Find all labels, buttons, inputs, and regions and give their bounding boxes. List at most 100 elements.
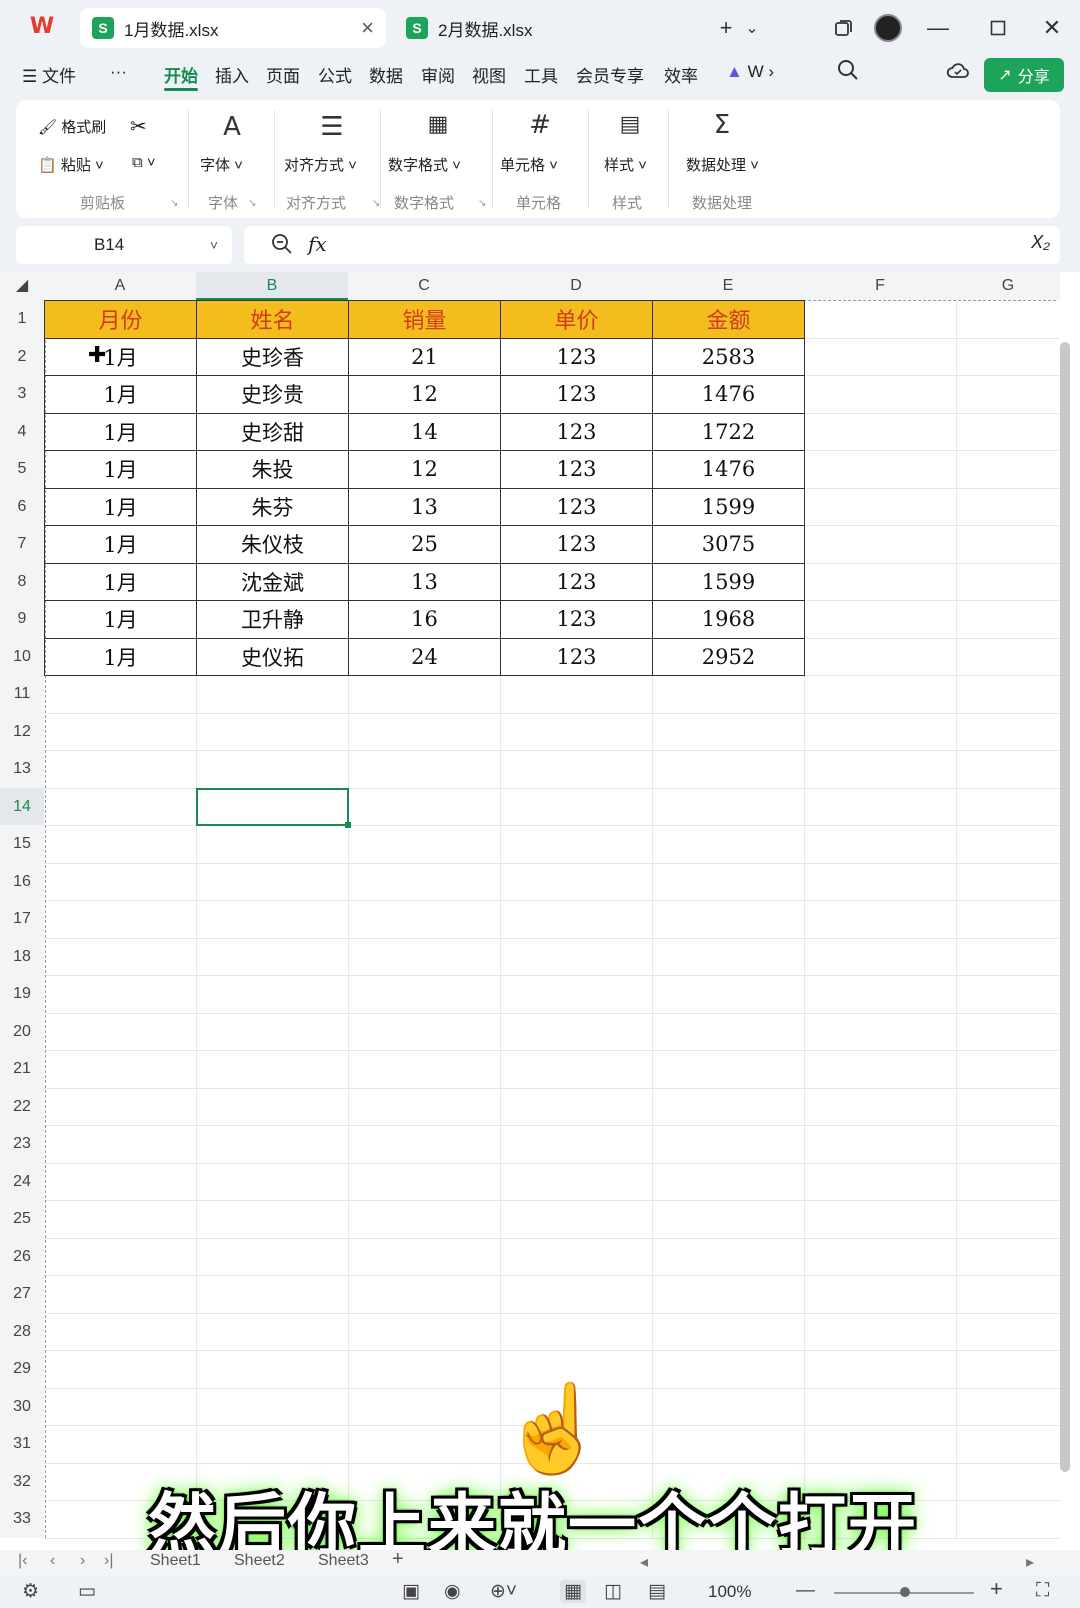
cell-grid-icon[interactable]: # [510, 110, 570, 140]
row-header-28[interactable]: 28 [0, 1312, 44, 1350]
normal-view-icon[interactable]: ▦ [560, 1580, 586, 1603]
table-cell[interactable]: 1月 [44, 412, 197, 451]
font-icon[interactable]: A [202, 112, 262, 142]
zoom-level[interactable]: 100% [708, 1582, 751, 1602]
last-sheet-icon[interactable]: ›| [104, 1552, 113, 1570]
table-cell[interactable]: 朱投 [196, 450, 349, 489]
row-header-31[interactable]: 31 [0, 1425, 44, 1463]
prev-sheet-icon[interactable]: ‹ [50, 1552, 55, 1570]
user-avatar[interactable] [874, 14, 902, 42]
table-cell[interactable]: 1月 [44, 450, 197, 489]
table-cell[interactable]: 123 [500, 637, 653, 676]
close-window-icon[interactable]: ✕ [1038, 12, 1066, 44]
table-cell[interactable]: 史珍贵 [196, 375, 349, 414]
row-header-3[interactable]: 3 [0, 375, 44, 413]
formula-input[interactable]: fx X₂ [244, 226, 1060, 264]
scroll-right-icon[interactable]: ▸ [1026, 1552, 1034, 1572]
table-cell[interactable]: 12 [348, 375, 501, 414]
zoom-in-button[interactable]: + [990, 1576, 1003, 1602]
row-header-2[interactable]: 2 [0, 337, 44, 375]
menu-home[interactable]: 开始 [164, 62, 198, 87]
row-header-18[interactable]: 18 [0, 937, 44, 975]
cut-icon[interactable]: ✂ [130, 114, 147, 139]
minimize-icon[interactable]: — [924, 12, 952, 44]
table-header-cell[interactable]: 姓名 [196, 300, 349, 339]
file-menu[interactable]: ☰ 文件 [22, 62, 76, 87]
document-info-icon[interactable]: ▭ [78, 1580, 96, 1603]
menu-member[interactable]: 会员专享 [576, 62, 644, 87]
fx-icon[interactable]: fx [308, 232, 327, 256]
align-dropdown[interactable]: 对齐方式 ˅ [284, 154, 357, 175]
row-header-8[interactable]: 8 [0, 562, 44, 600]
row-header-22[interactable]: 22 [0, 1087, 44, 1125]
cloud-sync-icon[interactable] [946, 60, 970, 87]
table-cell[interactable]: 123 [500, 525, 653, 564]
cell-dropdown[interactable]: 单元格 ˅ [500, 154, 558, 175]
first-sheet-icon[interactable]: |‹ [18, 1552, 27, 1570]
sheet-tab-2[interactable]: Sheet2 [234, 1552, 285, 1570]
row-header-9[interactable]: 9 [0, 600, 44, 638]
row-header-33[interactable]: 33 [0, 1500, 44, 1538]
wps-logo-icon[interactable]: W [24, 12, 60, 42]
row-header-12[interactable]: 12 [0, 712, 44, 750]
menu-formula[interactable]: 公式 [318, 62, 352, 87]
tab-2月数据[interactable]: S 2月数据.xlsx [394, 8, 694, 48]
table-cell[interactable]: 123 [500, 562, 653, 601]
style-icon[interactable]: ▤ [600, 112, 660, 137]
search-icon[interactable] [836, 58, 860, 88]
menu-page[interactable]: 页面 [266, 62, 300, 87]
row-header-25[interactable]: 25 [0, 1200, 44, 1238]
table-cell[interactable]: 1599 [652, 562, 805, 601]
dialog-launcher-icon[interactable]: ↘ [170, 198, 178, 209]
table-cell[interactable]: 123 [500, 600, 653, 639]
sheet-tab-3[interactable]: Sheet3 [318, 1552, 369, 1570]
table-cell[interactable]: 21 [348, 337, 501, 376]
chevron-down-icon[interactable]: ˅ [210, 237, 218, 253]
table-cell[interactable]: 卫升静 [196, 600, 349, 639]
row-header-21[interactable]: 21 [0, 1050, 44, 1088]
next-sheet-icon[interactable]: › [80, 1552, 85, 1570]
row-header-11[interactable]: 11 [0, 675, 44, 713]
table-cell[interactable]: 1月 [44, 600, 197, 639]
zoom-slider-knob[interactable] [900, 1587, 910, 1597]
row-header-13[interactable]: 13 [0, 750, 44, 788]
fill-handle[interactable] [345, 822, 351, 828]
restore-window-icon[interactable] [830, 12, 858, 44]
table-cell[interactable]: 史珍香 [196, 337, 349, 376]
data-processing-dropdown[interactable]: 数据处理 ˅ [686, 154, 759, 175]
row-header-5[interactable]: 5 [0, 450, 44, 488]
table-cell[interactable]: 史珍甜 [196, 412, 349, 451]
menu-view[interactable]: 视图 [472, 62, 506, 87]
table-cell[interactable]: 16 [348, 600, 501, 639]
more-menu[interactable]: ··· [110, 62, 127, 82]
table-cell[interactable]: 朱仪枝 [196, 525, 349, 564]
table-cell[interactable]: 2952 [652, 637, 805, 676]
row-header-32[interactable]: 32 [0, 1462, 44, 1500]
sum-icon[interactable]: Σ [692, 110, 752, 140]
tab-list-chevron-icon[interactable]: ⌄ [742, 12, 762, 44]
copy-icon[interactable]: ⧉ ˅ [132, 154, 156, 171]
table-cell[interactable]: 123 [500, 487, 653, 526]
spreadsheet-grid[interactable]: ◢ ✚ A B C D E F G 1 2 3 4 5 6 7 8 9 10 11 12 13 14 15 16 17 18 19… [0, 272, 1080, 1550]
select-all-corner[interactable]: ◢ [0, 272, 44, 300]
align-icon[interactable]: ☰ [302, 112, 362, 142]
table-cell[interactable]: 1月 [44, 375, 197, 414]
table-header-cell[interactable]: 金额 [652, 300, 805, 339]
fullscreen-icon[interactable]: ⛶ [1036, 1580, 1049, 1602]
table-cell[interactable]: 12 [348, 450, 501, 489]
table-cell[interactable]: 1月 [44, 562, 197, 601]
row-header-10[interactable]: 10 [0, 637, 44, 675]
number-format-icon[interactable]: ▦ [408, 112, 468, 137]
page-layout-view-icon[interactable]: ◫ [604, 1580, 622, 1603]
name-box[interactable]: B14 ˅ [16, 226, 232, 264]
table-cell[interactable]: 25 [348, 525, 501, 564]
table-cell[interactable]: 13 [348, 562, 501, 601]
number-format-dropdown[interactable]: 数字格式 ˅ [388, 154, 461, 175]
table-header-cell[interactable]: 销量 [348, 300, 501, 339]
vertical-scrollbar[interactable] [1060, 342, 1070, 1472]
table-cell[interactable]: 朱芬 [196, 487, 349, 526]
table-cell[interactable]: 24 [348, 637, 501, 676]
share-button[interactable]: ↗ 分享 [984, 58, 1064, 92]
column-header-F[interactable]: F [804, 272, 956, 300]
row-header-29[interactable]: 29 [0, 1350, 44, 1388]
